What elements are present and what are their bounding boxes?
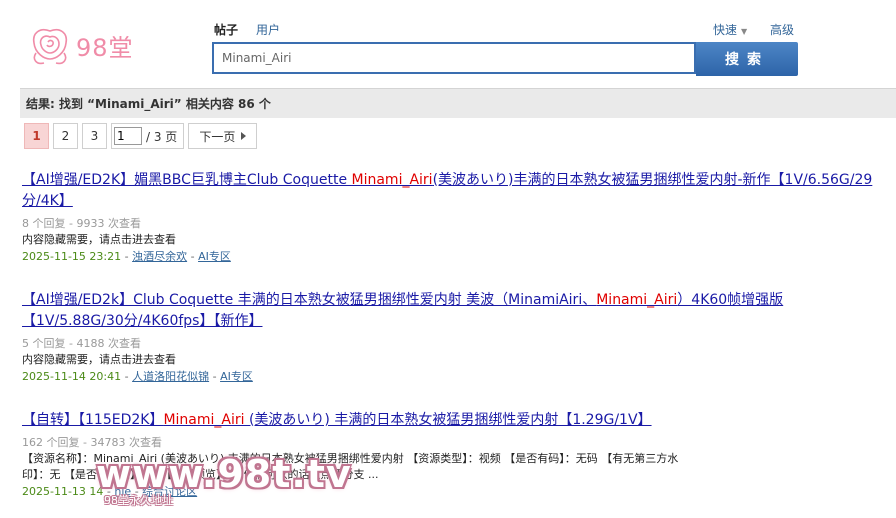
search-tabs: 帖子 用户: [214, 21, 298, 38]
forum-link[interactable]: AI专区: [198, 250, 231, 263]
chevron-right-icon: [241, 132, 247, 140]
header: 98堂 帖子 用户 快速▼ 高级 搜索: [0, 0, 896, 86]
result-description: 内容隐藏需要，请点击进去查看: [22, 233, 176, 246]
search-button[interactable]: 搜索: [696, 42, 798, 76]
page-total: / 3 页: [146, 129, 178, 144]
advanced-search-link[interactable]: 高级: [770, 21, 794, 38]
result-stats: 8 个回复 - 9933 次查看: [22, 217, 141, 230]
forum-link[interactable]: AI专区: [220, 370, 253, 383]
chevron-down-icon: ▼: [741, 27, 748, 36]
title-text: (美波あいり) 丰满的日本熟女被猛男捆绑性爱内射【1.29G/1V】: [244, 412, 652, 428]
result-title-link[interactable]: 【AI增强/ED2K】媚黑BBC巨乳博主Club Coquette Minami…: [22, 170, 882, 212]
title-text: 【AI增强/ED2k】Club Coquette 丰满的日本熟女被猛男捆绑性爱内…: [22, 292, 597, 308]
author-link[interactable]: 人道洛阳花似锦: [132, 370, 209, 383]
list-item: 【AI增强/ED2k】Club Coquette 丰满的日本熟女被猛男捆绑性爱内…: [22, 290, 882, 386]
separator: -: [190, 250, 199, 263]
separator: -: [212, 370, 221, 383]
page-3[interactable]: 3: [82, 123, 107, 149]
site-logo[interactable]: 98堂: [26, 22, 146, 68]
result-info: 2025-11-15 23:21 - 浊酒尽余欢 - AI专区: [22, 248, 882, 266]
title-text: 【AI增强/ED2K】媚黑BBC巨乳博主Club Coquette: [22, 172, 352, 188]
quick-search-label: 快速: [713, 23, 738, 37]
separator: -: [124, 370, 133, 383]
result-description: 印】：无 【是否有预览】：有 【资源预览】：大佬们可以的话点点评分支 ...: [22, 468, 379, 481]
post-date: 2025-11-14 20:41: [22, 370, 122, 383]
list-item: 【自转】【115ED2K】Minami_Airi (美波あいり) 丰满的日本熟女…: [22, 410, 882, 501]
result-info: 2025-11-13 14 - nie - 综合讨论区: [22, 483, 882, 501]
search-box[interactable]: [212, 42, 696, 74]
title-highlight: Minami_Airi: [163, 412, 245, 428]
result-description: 内容隐藏需要，请点击进去查看: [22, 353, 176, 366]
page-jump: / 3 页: [111, 123, 185, 149]
tab-posts[interactable]: 帖子: [214, 21, 238, 38]
page-2[interactable]: 2: [53, 123, 78, 149]
tab-users[interactable]: 用户: [256, 21, 280, 38]
separator: -: [124, 250, 133, 263]
author-link[interactable]: nie: [114, 485, 131, 498]
result-title-link[interactable]: 【自转】【115ED2K】Minami_Airi (美波あいり) 丰满的日本熟女…: [22, 410, 882, 431]
list-item: 【AI增强/ED2K】媚黑BBC巨乳博主Club Coquette Minami…: [22, 170, 882, 266]
post-date: 2025-11-13 14: [22, 485, 104, 498]
pagination: 1 2 3 / 3 页 下一页: [24, 123, 258, 149]
result-list: 【AI增强/ED2K】媚黑BBC巨乳博主Club Coquette Minami…: [22, 170, 882, 517]
logo-text: 98堂: [76, 33, 134, 62]
quick-search-menu[interactable]: 快速 ▼: [713, 21, 747, 38]
result-stats: 5 个回复 - 4188 次查看: [22, 337, 141, 350]
author-link[interactable]: 浊酒尽余欢: [132, 250, 187, 263]
forum-link[interactable]: 综合讨论区: [142, 485, 197, 498]
result-stats: 162 个回复 - 34783 次查看: [22, 436, 162, 449]
result-info: 2025-11-14 20:41 - 人道洛阳花似锦 - AI专区: [22, 368, 882, 386]
search-input[interactable]: [222, 51, 694, 65]
result-title-link[interactable]: 【AI增强/ED2k】Club Coquette 丰满的日本熟女被猛男捆绑性爱内…: [22, 290, 882, 332]
title-highlight: Minami_Airi: [596, 292, 678, 308]
post-date: 2025-11-15 23:21: [22, 250, 122, 263]
title-highlight: Minami_Airi: [351, 172, 433, 188]
title-text: 【自转】【115ED2K】: [22, 412, 164, 428]
rose-logo-icon: [32, 28, 68, 65]
result-summary: 结果: 找到 “Minami_Airi” 相关内容 86 个: [20, 88, 896, 118]
page-jump-input[interactable]: [114, 127, 142, 145]
next-page-button[interactable]: 下一页: [188, 123, 258, 149]
result-description: 【资源名称】：Minami_Airi (美波あいり) 丰满的日本熟女被猛男捆绑性…: [22, 452, 679, 465]
next-page-label: 下一页: [199, 129, 236, 144]
page-1[interactable]: 1: [24, 123, 49, 149]
